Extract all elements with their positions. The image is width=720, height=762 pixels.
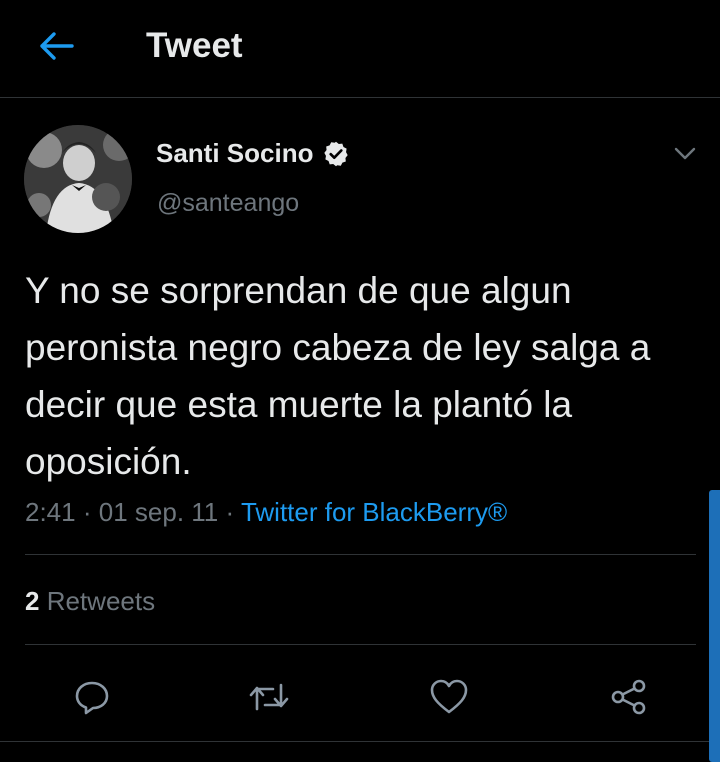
retweet-count: 2 <box>25 586 40 616</box>
divider <box>25 554 696 555</box>
like-button[interactable] <box>425 673 473 721</box>
back-button[interactable] <box>30 22 82 70</box>
divider <box>0 741 720 742</box>
reply-button[interactable] <box>68 673 116 721</box>
arrow-left-icon <box>40 32 74 60</box>
retweet-stats[interactable]: 2 Retweets <box>25 586 155 617</box>
tweet-time: 2:41 <box>25 497 76 527</box>
avatar[interactable] <box>24 125 132 233</box>
more-options-button[interactable] <box>670 140 700 168</box>
scrollbar[interactable] <box>709 490 720 762</box>
top-bar: Tweet <box>0 0 720 98</box>
share-button[interactable] <box>605 673 653 721</box>
page-title: Tweet <box>146 26 243 65</box>
author-name[interactable]: Santi Socino <box>156 138 313 169</box>
meta-separator: · <box>225 497 235 527</box>
meta-separator: · <box>82 497 92 527</box>
divider <box>25 644 696 645</box>
retweet-button[interactable] <box>245 673 293 721</box>
author-name-row[interactable]: Santi Socino <box>156 138 350 169</box>
heart-icon <box>430 679 468 714</box>
tweet-meta: 2:41 · 01 sep. 11 · Twitter for BlackBer… <box>25 497 507 528</box>
verified-badge-icon <box>324 141 349 166</box>
reply-icon <box>75 681 109 715</box>
avatar-photo <box>24 125 132 233</box>
author-handle[interactable]: @santeango <box>157 189 299 218</box>
tweet-date: 01 sep. 11 <box>98 497 219 527</box>
action-bar <box>0 665 720 725</box>
share-icon <box>611 679 646 715</box>
tweet-text: Y no se sorprendan de que algun peronist… <box>25 270 651 482</box>
chevron-down-icon <box>674 147 696 160</box>
retweet-label: Retweets <box>46 586 156 616</box>
retweet-icon <box>249 683 289 711</box>
tweet-source-link[interactable]: Twitter for BlackBerry® <box>241 497 507 527</box>
